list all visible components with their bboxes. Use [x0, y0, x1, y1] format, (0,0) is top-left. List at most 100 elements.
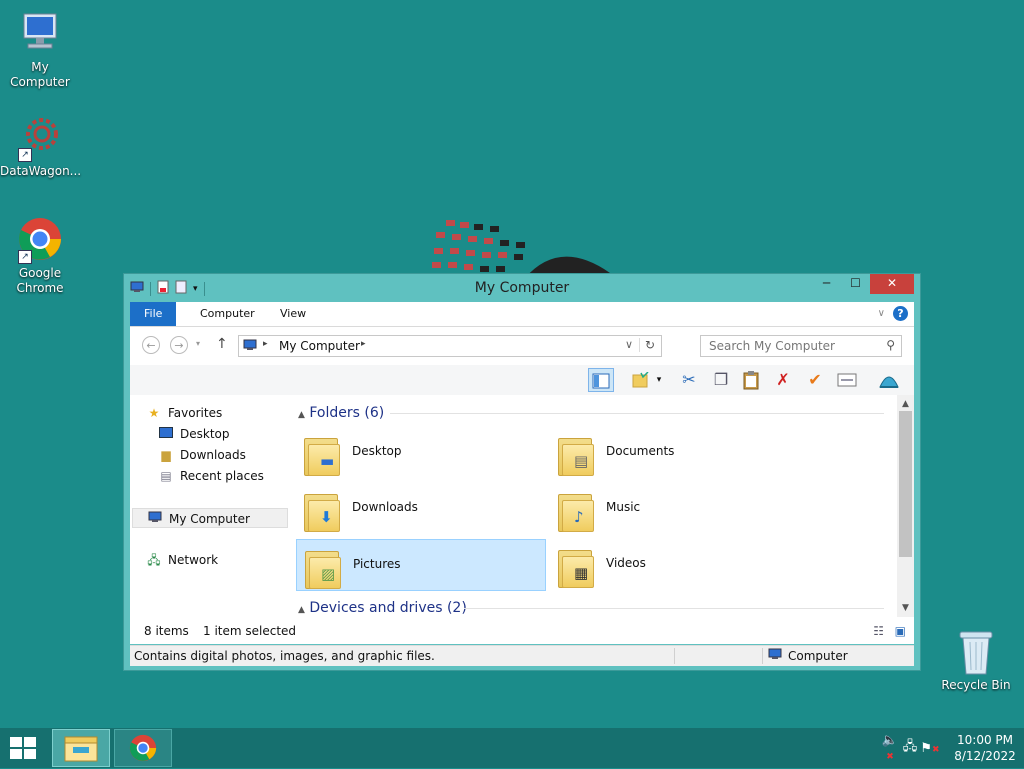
- taskbar-google-chrome[interactable]: [114, 729, 172, 767]
- file-explorer-icon: [64, 736, 98, 762]
- start-button[interactable]: [8, 736, 40, 760]
- computer-icon: [768, 646, 782, 666]
- shortcut-arrow-icon: ↗: [18, 148, 32, 162]
- group-divider: [464, 608, 884, 609]
- folder-tile-desktop[interactable]: ▬ Desktop: [296, 427, 546, 479]
- refresh-icon[interactable]: ↻: [638, 338, 655, 352]
- group-header-folders[interactable]: ▲ Folders (6): [298, 403, 384, 423]
- close-button[interactable]: ✕: [870, 274, 914, 294]
- network-status-icon[interactable]: 🖧: [900, 737, 920, 759]
- group-header-devices[interactable]: ▲ Devices and drives (2): [298, 598, 467, 617]
- apply-checkmark-icon[interactable]: ✔: [802, 368, 828, 392]
- tab-computer[interactable]: Computer: [186, 302, 269, 326]
- nav-network[interactable]: 🖧 Network: [146, 550, 302, 570]
- copy-icon[interactable]: ❐: [708, 368, 734, 392]
- item-count: 8 items: [144, 624, 189, 638]
- nav-favorites[interactable]: ★ Favorites: [146, 403, 302, 423]
- desktop-folder-icon: ▬: [302, 432, 340, 476]
- scroll-down-arrow-icon[interactable]: ▼: [897, 601, 914, 615]
- tab-file[interactable]: File: [130, 302, 177, 326]
- ribbon-tabs: File Computer View ∨ ?: [130, 302, 914, 327]
- computer-icon: [243, 339, 257, 354]
- taskbar: 🔈✖ 🖧 ⚑✖ 10:00 PM 8/12/2022: [0, 728, 1024, 768]
- cut-icon[interactable]: ✂: [676, 368, 702, 392]
- scroll-up-arrow-icon[interactable]: ▲: [897, 397, 914, 411]
- address-history-chevron-icon[interactable]: ∨: [625, 338, 633, 351]
- recent-places-icon: ▤: [160, 469, 172, 483]
- recycle-bin-icon: [956, 628, 996, 678]
- wallpaper-logo: [432, 220, 620, 278]
- large-icons-view-icon[interactable]: ▣: [895, 619, 906, 643]
- shell-icon[interactable]: [876, 368, 902, 392]
- maximize-button[interactable]: ☐: [841, 274, 870, 294]
- tab-view[interactable]: View: [266, 302, 320, 326]
- computer-icon: [16, 10, 64, 58]
- clock-time: 10:00 PM: [957, 733, 1013, 747]
- pictures-folder-icon: ▨: [303, 545, 341, 589]
- downloads-folder-icon: ▆: [161, 448, 171, 462]
- title-bar[interactable]: ▾ My Computer ─ ☐ ✕: [124, 274, 920, 302]
- chrome-icon: [129, 734, 157, 762]
- expand-ribbon-chevron-icon[interactable]: ∨: [878, 308, 885, 319]
- select-dropdown-chevron-icon[interactable]: ▾: [652, 368, 666, 392]
- desktop-icon-label: DataWagon...: [0, 164, 82, 178]
- up-button[interactable]: ↑: [216, 336, 228, 352]
- taskbar-file-explorer[interactable]: [52, 729, 110, 767]
- search-icon[interactable]: ⚲: [886, 338, 895, 352]
- rename-icon[interactable]: [834, 368, 860, 392]
- forward-button[interactable]: →: [170, 336, 188, 354]
- paste-icon[interactable]: [738, 368, 764, 392]
- computer-icon: [147, 509, 163, 529]
- windows-logo-icon: [10, 737, 36, 759]
- breadcrumb-separator-icon[interactable]: ▸: [263, 339, 268, 349]
- nav-downloads[interactable]: ▆ Downloads: [158, 445, 314, 465]
- selection-count: 1 item selected: [203, 624, 297, 638]
- nav-recent-places[interactable]: ▤ Recent places: [158, 466, 314, 486]
- details-info-bar: 8 items 1 item selected ☷ ▣: [130, 619, 914, 643]
- folder-tile-music[interactable]: ♪ Music: [550, 483, 800, 535]
- network-icon: 🖧: [147, 553, 161, 567]
- desktop-icon-label: Recycle Bin: [941, 678, 1011, 692]
- gear-icon: ↗: [16, 114, 64, 162]
- window-title: My Computer: [474, 280, 570, 296]
- desktop-icon-datawagon[interactable]: ↗ DataWagon...: [0, 114, 82, 179]
- search-input[interactable]: Search My Computer ⚲: [700, 335, 902, 357]
- navigation-pane: ★ Favorites Desktop ▆ Downloads ▤ Recent pl…: [130, 395, 290, 617]
- folder-tile-documents[interactable]: ▤ Documents: [550, 427, 800, 479]
- vertical-scrollbar[interactable]: ▲ ▼: [897, 395, 914, 617]
- breadcrumb-separator-icon[interactable]: ▸: [361, 339, 366, 349]
- minimize-button[interactable]: ─: [812, 274, 841, 294]
- status-bar: Contains digital photos, images, and gra…: [130, 645, 914, 666]
- delete-icon[interactable]: ✗: [770, 368, 796, 392]
- shortcut-arrow-icon: ↗: [18, 250, 32, 264]
- folder-tile-downloads[interactable]: ⬇ Downloads: [296, 483, 546, 535]
- explorer-content: ★ Favorites Desktop ▆ Downloads ▤ Recent pl…: [130, 395, 914, 644]
- scroll-thumb[interactable]: [899, 411, 912, 557]
- address-field[interactable]: ▸ My Computer ▸ ∨ ↻: [238, 335, 662, 357]
- select-folder-icon[interactable]: [628, 368, 654, 392]
- desktop-icon-google-chrome[interactable]: ↗ Google Chrome: [0, 216, 80, 296]
- downloads-folder-icon: ⬇: [302, 488, 340, 532]
- folder-tile-videos[interactable]: ▦ Videos: [550, 539, 800, 591]
- folder-tile-pictures[interactable]: ▨ Pictures: [296, 539, 546, 591]
- nav-desktop[interactable]: Desktop: [158, 424, 314, 444]
- desktop-icon-recycle-bin[interactable]: Recycle Bin: [940, 628, 1012, 692]
- details-view-icon[interactable]: ☷: [873, 619, 884, 643]
- desktop-icon-label: My Computer: [10, 60, 70, 89]
- collapse-triangle-icon[interactable]: ▲: [298, 410, 305, 420]
- file-pane: ▲ Folders (6) ▬ Desktop ▤ Documents ⬇ Do…: [296, 395, 894, 617]
- preview-pane-button[interactable]: [588, 368, 614, 392]
- desktop-icon-my-computer[interactable]: My Computer: [0, 10, 80, 90]
- volume-muted-icon[interactable]: 🔈✖: [880, 733, 900, 763]
- nav-my-computer[interactable]: My Computer: [132, 508, 288, 528]
- videos-folder-icon: ▦: [556, 544, 594, 588]
- collapse-triangle-icon[interactable]: ▲: [298, 605, 305, 615]
- system-tray: 🔈✖ 🖧 ⚑✖ 10:00 PM 8/12/2022: [880, 728, 1024, 768]
- command-toolbar: ▾ ✂ ❐ ✗ ✔: [130, 365, 914, 396]
- recent-locations-chevron-icon[interactable]: ▾: [196, 339, 200, 348]
- action-center-flag-icon[interactable]: ⚑✖: [920, 741, 940, 756]
- back-button[interactable]: ←: [142, 336, 160, 354]
- star-icon: ★: [148, 406, 160, 420]
- help-icon[interactable]: ?: [893, 306, 908, 321]
- clock[interactable]: 10:00 PM 8/12/2022: [946, 732, 1024, 764]
